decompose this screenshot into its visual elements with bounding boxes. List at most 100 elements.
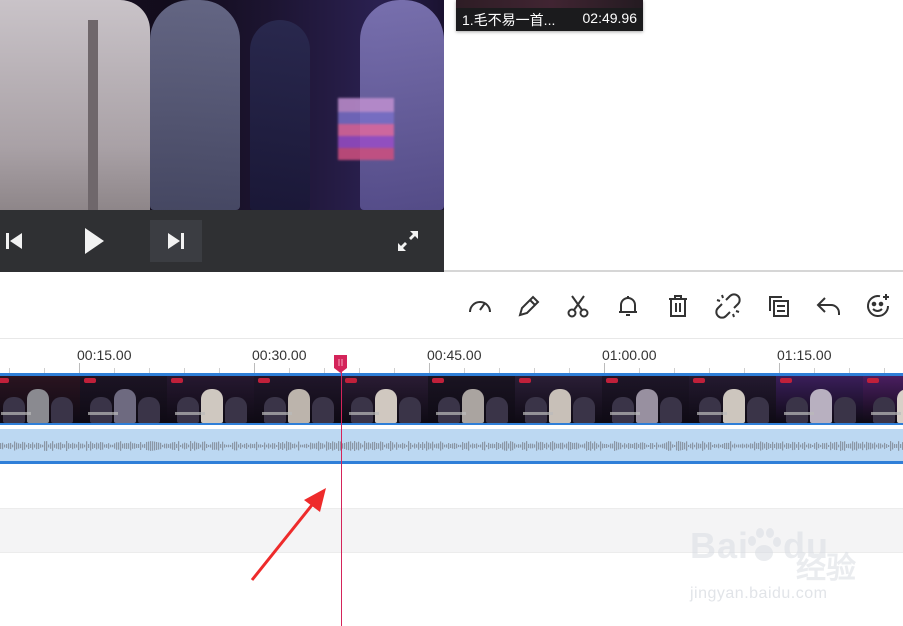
waveform-bar: [466, 442, 468, 450]
playhead-line[interactable]: [341, 372, 342, 626]
waveform-bar: [870, 442, 872, 450]
timeline-ruler[interactable]: 00:15.00 00:30.00 00:45.00 01:00.00 01:1…: [0, 339, 903, 373]
waveform-bar: [448, 443, 450, 449]
copy-button[interactable]: [764, 290, 794, 322]
waveform-bar: [438, 443, 440, 449]
fullscreen-button[interactable]: [392, 226, 424, 256]
empty-track[interactable]: [0, 464, 903, 509]
marker-button[interactable]: [613, 290, 643, 322]
waveform-bar: [320, 442, 322, 450]
waveform-bar: [332, 441, 334, 451]
audio-track[interactable]: [0, 427, 903, 464]
waveform-bar: [900, 444, 902, 448]
waveform-bar: [336, 443, 338, 449]
speed-button[interactable]: [465, 290, 495, 322]
thumbnail-logo: [519, 378, 531, 383]
waveform-bar: [230, 444, 232, 448]
waveform-bar: [840, 441, 842, 451]
thumbnail-figure: [51, 397, 73, 423]
waveform-bar: [516, 444, 518, 448]
waveform-bar: [572, 442, 574, 450]
waveform-bar: [304, 444, 306, 448]
waveform-bar: [392, 442, 394, 450]
unlink-button[interactable]: [713, 290, 743, 322]
waveform-bar: [588, 441, 590, 451]
waveform-bar: [236, 441, 238, 451]
undo-button[interactable]: [814, 290, 844, 322]
waveform-bar: [760, 441, 762, 451]
waveform-bar: [446, 444, 448, 448]
waveform-bar: [388, 443, 390, 449]
waveform-bar: [556, 443, 558, 449]
thumbnail-logo: [84, 378, 96, 383]
waveform-bar: [642, 442, 644, 450]
waveform-bar: [284, 443, 286, 449]
skip-back-button[interactable]: [0, 225, 28, 257]
video-thumbnail: [776, 376, 864, 423]
waveform-bar: [752, 443, 754, 449]
waveform-bar: [54, 444, 56, 448]
waveform-bar: [532, 443, 534, 449]
annotation-arrow: [250, 488, 326, 581]
thumbnail-figure: [549, 389, 571, 423]
waveform-bar: [534, 444, 536, 448]
waveform-bar: [802, 443, 804, 449]
thumbnail-caption: [436, 412, 466, 415]
edit-button[interactable]: [514, 290, 544, 322]
play-button[interactable]: [78, 224, 110, 258]
video-thumbnail: [0, 376, 81, 423]
waveform-bar: [862, 441, 864, 451]
split-button[interactable]: [563, 290, 593, 322]
waveform-bar: [850, 443, 852, 449]
waveform-bar: [68, 443, 70, 449]
waveform-bar: [748, 444, 750, 448]
thumbnail-caption: [88, 412, 118, 415]
media-item[interactable]: 1.毛不易一首... 02:49.96: [456, 0, 643, 31]
thumbnail-figure: [810, 389, 832, 423]
waveform-bar: [162, 444, 164, 448]
waveform-bar: [714, 444, 716, 448]
waveform-bar: [48, 444, 50, 448]
waveform-bar: [538, 442, 540, 450]
waveform-bar: [844, 441, 846, 451]
sticker-button[interactable]: [863, 290, 893, 322]
thumbnail-figure: [462, 389, 484, 423]
waveform-bar: [302, 444, 304, 448]
waveform-bar: [842, 441, 844, 451]
playhead-handle[interactable]: [333, 354, 348, 374]
waveform-bar: [872, 443, 874, 449]
waveform-bar: [896, 444, 898, 448]
waveform-bar: [46, 441, 48, 451]
video-thumbnail: [863, 376, 903, 423]
waveform-bar: [282, 442, 284, 450]
waveform-bar: [700, 443, 702, 449]
skip-forward-button[interactable]: [150, 220, 202, 262]
video-preview: [0, 0, 444, 210]
waveform-bar: [374, 441, 376, 451]
waveform-bar: [274, 443, 276, 449]
waveform-bar: [86, 441, 88, 451]
ruler-tick: [79, 363, 80, 373]
waveform-bar: [130, 441, 132, 451]
waveform-bar: [78, 441, 80, 451]
waveform-bar: [586, 441, 588, 451]
waveform-bar: [148, 441, 150, 451]
waveform-bar: [384, 444, 386, 448]
video-track[interactable]: [0, 373, 903, 425]
delete-button[interactable]: [663, 290, 693, 322]
media-item-duration: 02:49.96: [582, 10, 638, 26]
waveform-bar: [294, 443, 296, 449]
waveform-bar: [606, 444, 608, 448]
waveform-bar: [512, 441, 514, 451]
waveform-bar: [70, 444, 72, 448]
skip-forward-icon: [168, 233, 184, 249]
waveform-bar: [112, 444, 114, 448]
thumbnail-logo: [867, 378, 879, 383]
waveform-bar: [634, 442, 636, 450]
waveform-bar: [288, 442, 290, 450]
media-thumbnail-strip: [456, 0, 643, 8]
thumbnail-caption: [610, 412, 640, 415]
waveform-bar: [428, 442, 430, 450]
ruler-label: 01:00.00: [602, 347, 657, 363]
waveform-bar: [250, 443, 252, 449]
